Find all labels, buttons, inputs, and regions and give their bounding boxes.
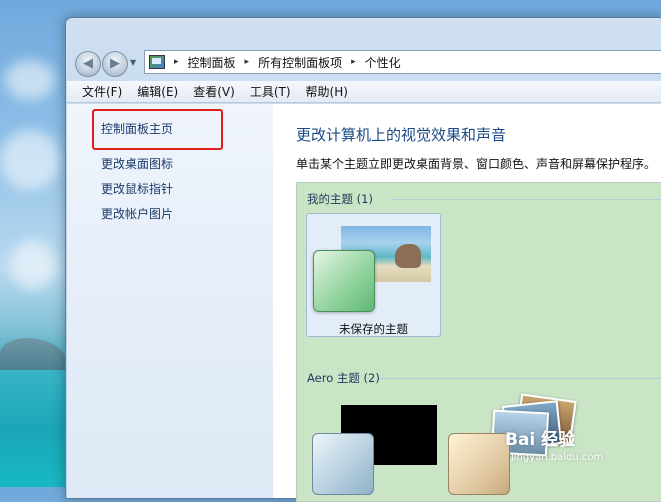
menu-help[interactable]: 帮助(H): [306, 83, 348, 100]
sidebar: 控制面板主页 更改桌面图标 更改鼠标指针 更改帐户图片: [67, 104, 273, 498]
breadcrumb-separator[interactable]: ▸: [174, 57, 179, 67]
breadcrumb-separator[interactable]: ▸: [245, 57, 250, 67]
aero-themes-header: Aero 主题 (2): [307, 371, 380, 385]
thumbnail-rock: [395, 244, 421, 268]
menu-tools[interactable]: 工具(T): [250, 83, 291, 100]
back-button[interactable]: ◀: [75, 51, 101, 77]
window-color-swatch: [312, 433, 374, 495]
theme-label: 未保存的主题: [339, 322, 408, 336]
recent-pages-dropdown[interactable]: ▼: [130, 58, 136, 67]
group-divider: [379, 378, 661, 379]
sidebar-link-control-panel-home[interactable]: 控制面板主页: [101, 120, 173, 137]
window-color-swatch: [448, 433, 510, 495]
my-themes-header: 我的主题 (1): [307, 192, 373, 206]
theme-list[interactable]: 我的主题 (1) 未保存的主题 Aero 主题 (2): [296, 182, 661, 502]
sidebar-link-account-picture[interactable]: 更改帐户图片: [101, 205, 173, 222]
menu-view[interactable]: 查看(V): [193, 83, 235, 100]
sidebar-link-mouse-pointers[interactable]: 更改鼠标指针: [101, 180, 173, 197]
forward-button[interactable]: ▶: [102, 51, 128, 77]
group-divider: [392, 199, 661, 200]
main-content: 更改计算机上的视觉效果和声音 单击某个主题立即更改桌面背景、窗口颜色、声音和屏幕…: [273, 104, 661, 502]
breadcrumb-control-panel[interactable]: 控制面板: [188, 54, 236, 71]
theme-tile-unsaved[interactable]: 未保存的主题: [306, 213, 441, 337]
menu-edit[interactable]: 编辑(E): [137, 83, 178, 100]
baidu-watermark-url: jingyan.baidu.com: [511, 452, 604, 463]
sidebar-link-desktop-icons[interactable]: 更改桌面图标: [101, 155, 173, 172]
menu-bar: 文件(F) 编辑(E) 查看(V) 工具(T) 帮助(H): [67, 81, 661, 103]
page-description: 单击某个主题立即更改桌面背景、窗口颜色、声音和屏幕保护程序。: [296, 157, 657, 171]
baidu-watermark: Bai 经验: [505, 430, 576, 450]
window-color-swatch: [313, 250, 375, 312]
menu-file[interactable]: 文件(F): [82, 83, 122, 100]
control-panel-icon: [149, 55, 165, 69]
breadcrumb-all-items[interactable]: 所有控制面板项: [258, 54, 342, 71]
breadcrumb-separator[interactable]: ▸: [351, 57, 356, 67]
breadcrumb-personalization[interactable]: 个性化: [365, 54, 401, 71]
address-bar[interactable]: ▸ 控制面板 ▸ 所有控制面板项 ▸ 个性化: [144, 50, 661, 74]
page-title: 更改计算机上的视觉效果和声音: [296, 126, 507, 144]
